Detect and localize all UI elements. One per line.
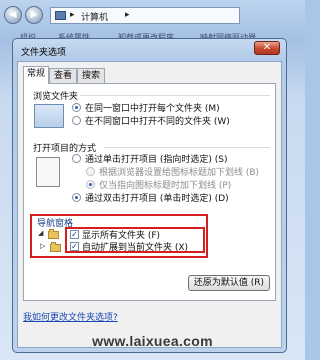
- expand-triangle-icon: ◢: [38, 229, 44, 237]
- computer-icon: [55, 11, 66, 20]
- tab-general[interactable]: 常规: [23, 66, 49, 84]
- group-divider: [80, 95, 270, 96]
- breadcrumb-chevron-icon[interactable]: ▸: [70, 10, 75, 20]
- general-tab-panel: 浏览文件夹 在同一窗口中打开每个文件夹 (M) 在不同窗口中打开不同的文件夹 (…: [23, 83, 276, 301]
- radio-underline-browser[interactable]: [86, 167, 95, 176]
- underline-browser-label: 根据浏览器设置给图标标题加下划线 (B): [99, 168, 260, 178]
- help-link[interactable]: 我如何更改文件夹选项?: [23, 310, 118, 323]
- cursor-click-icon: [36, 157, 60, 187]
- back-arrow-icon[interactable]: ◀: [4, 6, 22, 24]
- radio-double-click[interactable]: [72, 193, 81, 202]
- dialog-title: 文件夹选项: [21, 48, 67, 58]
- checkbox-auto-expand[interactable]: ✓: [70, 242, 79, 251]
- restore-defaults-button[interactable]: 还原为默认值 (R): [188, 275, 270, 291]
- forward-arrow-icon[interactable]: ▶: [25, 6, 43, 24]
- breadcrumb-computer[interactable]: 计算机: [81, 10, 108, 23]
- folder-icon: [48, 229, 59, 239]
- folder-options-dialog: 文件夹选项 ✕ 常规 查看 搜索 浏览文件夹 在同一窗口中打开每个文件夹 (M)…: [12, 38, 287, 353]
- radio-same-window[interactable]: [72, 103, 81, 112]
- collapse-triangle-icon: ▷: [40, 242, 46, 250]
- breadcrumb-chevron-icon[interactable]: ▸: [125, 10, 130, 20]
- address-bar[interactable]: ▸ 计算机 ▸: [50, 7, 240, 24]
- tab-search[interactable]: 搜索: [77, 68, 105, 83]
- radio-new-window[interactable]: [72, 116, 81, 125]
- same-window-label: 在同一窗口中打开每个文件夹 (M): [85, 104, 220, 114]
- watermark: www.laixuea.com: [92, 333, 213, 349]
- single-click-label: 通过单击打开项目 (指向时选定) (S): [85, 155, 228, 165]
- tab-view[interactable]: 查看: [49, 68, 77, 83]
- underline-point-label: 仅当指向图标标题时加下划线 (P): [99, 181, 232, 191]
- folder-icon: [50, 242, 61, 252]
- radio-underline-point[interactable]: [86, 180, 95, 189]
- new-window-label: 在不同窗口中打开不同的文件夹 (W): [85, 117, 230, 127]
- group-divider: [104, 147, 270, 148]
- dialog-client: 常规 查看 搜索 浏览文件夹 在同一窗口中打开每个文件夹 (M) 在不同窗口中打…: [17, 61, 282, 348]
- browse-folders-icon: [34, 104, 64, 128]
- checkbox-show-all-folders[interactable]: ✓: [70, 230, 79, 239]
- close-icon[interactable]: ✕: [254, 41, 280, 55]
- auto-expand-label: 自动扩展到当前文件夹 (X): [82, 243, 189, 253]
- browse-group-title: 浏览文件夹: [33, 92, 79, 102]
- double-click-label: 通过双击打开项目 (单击时选定) (D): [85, 194, 229, 204]
- radio-single-click[interactable]: [72, 154, 81, 163]
